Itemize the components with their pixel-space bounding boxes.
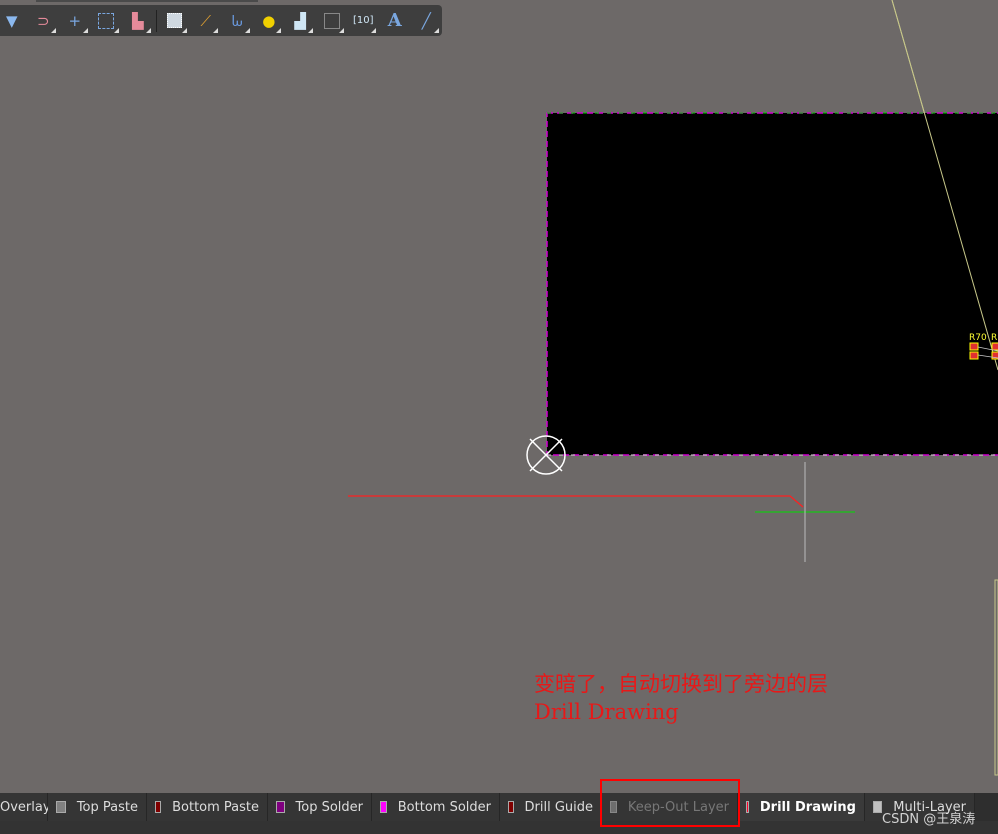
designator-r70: R70 xyxy=(969,333,987,343)
layer-color-swatch xyxy=(746,801,749,813)
layer-color-swatch xyxy=(276,801,285,813)
toolbar-separator xyxy=(155,9,157,32)
layer-color-swatch xyxy=(508,801,514,813)
watermark: CSDN @王泉涛 xyxy=(882,812,976,827)
via-pad-icon[interactable]: ● xyxy=(253,5,285,36)
layer-color-swatch xyxy=(56,801,66,813)
snap-magnet-icon[interactable]: ⊃ xyxy=(28,5,60,36)
annotation-text: 变暗了，自动切换到了旁边的层 Drill Drawing xyxy=(534,672,828,724)
align-icon[interactable]: ▙ xyxy=(122,5,154,36)
designator-r: R xyxy=(991,333,997,343)
layer-tab-bottom-solder[interactable]: Bottom Solder xyxy=(372,793,500,821)
layer-tab-overlay[interactable]: Overlay xyxy=(0,793,51,821)
pad xyxy=(969,351,979,360)
keepout-icon[interactable] xyxy=(316,5,348,36)
component-icon[interactable] xyxy=(158,5,190,36)
text-icon[interactable]: A xyxy=(379,5,411,36)
crosshair-origin-icon[interactable]: + xyxy=(59,5,91,36)
polygon-icon[interactable]: ▟ xyxy=(284,5,316,36)
pcb-canvas[interactable]: R70 R xyxy=(0,0,998,793)
layer-tab-drill-drawing[interactable]: Drill Drawing xyxy=(738,793,865,821)
layer-tab-top-solder[interactable]: Top Solder xyxy=(268,793,372,821)
layer-tab-drill-guide[interactable]: Drill Guide xyxy=(500,793,602,821)
layer-tabs: Overlay Top Paste Bottom Paste Top Solde… xyxy=(0,793,998,821)
route-icon[interactable]: ⟋ xyxy=(190,5,222,36)
select-rect-icon[interactable] xyxy=(91,5,123,36)
filter-icon[interactable]: ▼ xyxy=(0,5,28,36)
layer-tab-bottom-paste[interactable]: Bottom Paste xyxy=(147,793,268,821)
layer-tab-top-paste[interactable]: Top Paste xyxy=(48,793,147,821)
active-toolbar: ▼ ⊃ + ▙ ⟋ ᘈ ● ▟ [10] A ╱ xyxy=(0,5,442,36)
layer-color-swatch xyxy=(380,801,387,813)
pad xyxy=(991,342,998,351)
highlight-box xyxy=(600,779,740,827)
layer-color-swatch xyxy=(155,801,162,813)
layer-color-swatch xyxy=(873,801,883,813)
drawn-track xyxy=(348,495,804,508)
board-outline xyxy=(546,112,998,456)
length-tune-icon[interactable]: ᘈ xyxy=(221,5,253,36)
dimension-icon[interactable]: [10] xyxy=(347,5,379,36)
status-bar xyxy=(0,821,998,834)
line-icon[interactable]: ╱ xyxy=(410,5,442,36)
pad xyxy=(969,342,979,351)
